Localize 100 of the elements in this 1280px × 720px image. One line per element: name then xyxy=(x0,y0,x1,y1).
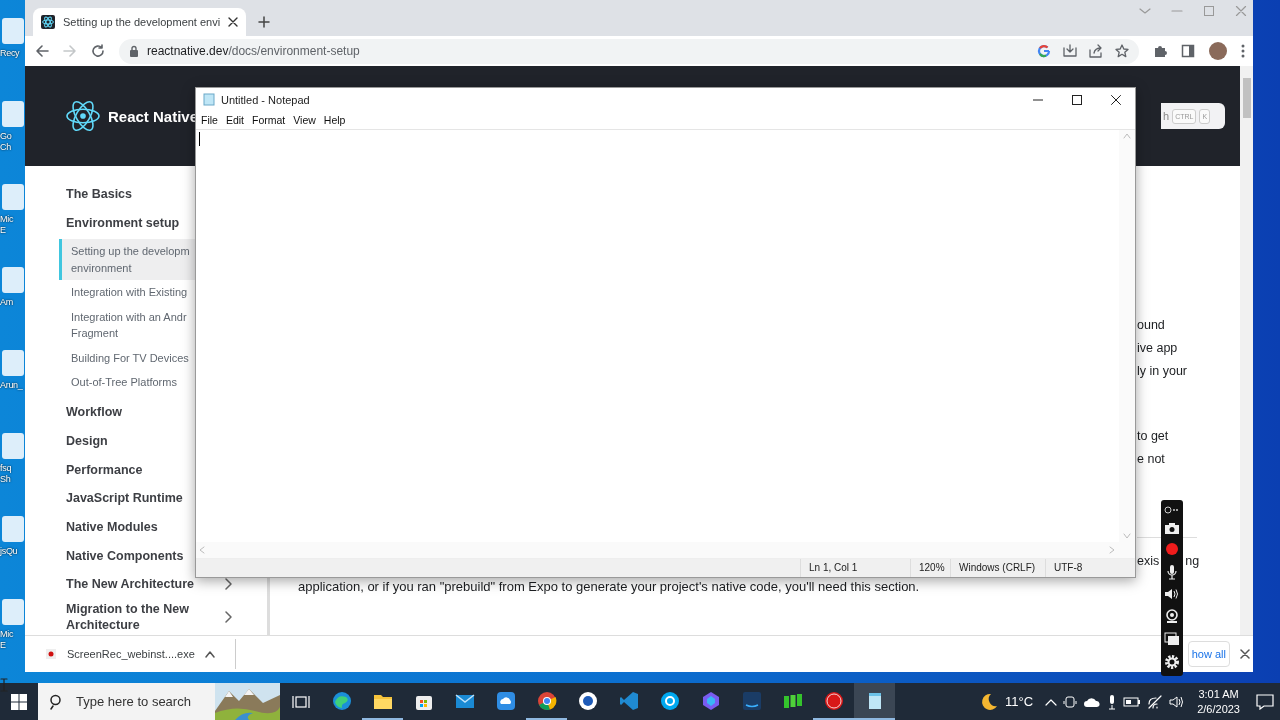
back-button[interactable] xyxy=(35,44,49,58)
text-fragment: ng xyxy=(1185,553,1200,570)
chevron-right-icon xyxy=(224,578,232,591)
cloud-icon[interactable] xyxy=(1083,695,1102,708)
share-icon[interactable] xyxy=(1089,44,1103,58)
desktop-icon-label: Am xyxy=(0,297,13,308)
desktop-icon-label: fsq Sh xyxy=(0,463,12,485)
sidebar-link[interactable]: Integration with an Andr Fragment xyxy=(59,304,195,346)
back-arrow-icon xyxy=(35,44,49,58)
sidebar-category[interactable]: Workflow xyxy=(66,397,123,427)
status-text: Windows (CRLF) xyxy=(950,559,1045,577)
desktop-icon-label: Arun_ xyxy=(0,380,23,391)
sidebar-category[interactable]: JavaScript Runtime xyxy=(66,483,183,513)
status-text: Ln 1, Col 1 xyxy=(800,559,910,577)
lock-icon xyxy=(129,45,139,57)
desktop-icon-label: Go Ch xyxy=(0,131,12,153)
show-all-button[interactable]: how all xyxy=(1187,641,1230,667)
sidebar-category[interactable]: Design xyxy=(66,426,108,456)
moon-icon xyxy=(979,691,1000,712)
status-text: 120% xyxy=(910,559,950,577)
sidebar-category[interactable]: Environment setup xyxy=(66,208,180,238)
close-icon[interactable] xyxy=(1240,649,1250,659)
sidebar-category[interactable]: The Basics xyxy=(66,180,132,209)
sidebar-link[interactable]: Setting up the developm environment xyxy=(59,239,195,281)
close-icon xyxy=(1110,94,1121,105)
weather-temperature[interactable]: 11°C xyxy=(1005,694,1034,709)
google-icon[interactable] xyxy=(1037,44,1051,58)
puzzle-icon[interactable] xyxy=(1153,44,1167,58)
menu-item[interactable]: Help xyxy=(319,111,350,129)
chevron-right-icon xyxy=(224,610,232,623)
windows-logo-icon xyxy=(11,693,27,710)
taskbar-app[interactable] xyxy=(854,683,895,720)
atom-favicon-icon xyxy=(41,15,55,29)
menu-item[interactable]: Format xyxy=(248,111,290,129)
microphone-icon[interactable] xyxy=(1107,693,1118,710)
task-view-icon xyxy=(291,693,310,710)
notepad-icon xyxy=(202,93,215,106)
close-icon xyxy=(228,17,239,27)
clock[interactable]: 3:01 AM 2/6/2023 xyxy=(1197,686,1240,717)
close-icon xyxy=(1235,6,1247,16)
address-bar[interactable]: reactnative.dev/docs/environment-setup xyxy=(119,38,1139,64)
sidebar-link[interactable]: Integration with Existing xyxy=(59,280,195,305)
battery-icon[interactable] xyxy=(1123,696,1142,707)
profile-avatar[interactable] xyxy=(1209,42,1227,60)
reload-button[interactable] xyxy=(91,44,105,58)
file-icon xyxy=(45,648,57,660)
text-fragment: ive app xyxy=(1137,340,1178,357)
menu-item[interactable]: File xyxy=(197,111,222,129)
chevron-down-icon xyxy=(1139,6,1151,16)
menu-item[interactable]: Edit xyxy=(221,111,248,129)
star-icon[interactable] xyxy=(1115,44,1129,58)
sidebar-category[interactable]: Performance xyxy=(66,455,143,484)
menu-item[interactable]: View xyxy=(289,111,320,129)
install-icon[interactable] xyxy=(1063,44,1077,58)
windows-stack-icon[interactable] xyxy=(1164,632,1180,646)
code-editor-icon xyxy=(617,689,640,712)
sidebar-category[interactable]: The New Architecture xyxy=(66,570,250,599)
plus-icon xyxy=(258,16,271,28)
status-text: UTF-8 xyxy=(1045,559,1119,577)
sidebar-category[interactable]: Migration to the New Architecture xyxy=(66,598,250,635)
new-tab-button[interactable] xyxy=(256,14,273,30)
taskbar-search-field[interactable]: Type here to search xyxy=(38,683,280,720)
sidebar-link[interactable]: Out-of-Tree Platforms xyxy=(59,370,195,395)
text-fragment: e not xyxy=(1137,451,1165,468)
sidebar-category[interactable]: Native Modules xyxy=(66,512,158,542)
settings-icon[interactable] xyxy=(1164,654,1180,670)
desktop-icon-label: Mic E xyxy=(0,214,14,236)
window-title: Untitled - Notepad xyxy=(221,93,310,106)
download-file-name[interactable]: ScreenRec_webinst....exe xyxy=(67,648,195,660)
notification-icon[interactable] xyxy=(1256,693,1274,710)
side-panel-icon[interactable] xyxy=(1181,44,1195,58)
scrollbar[interactable] xyxy=(1240,66,1253,635)
chevron-up-icon[interactable] xyxy=(1045,697,1058,706)
desktop-icon-label: Mic E xyxy=(0,629,14,651)
record-icon[interactable] xyxy=(1165,542,1179,556)
chat-bubble-icon xyxy=(658,689,681,712)
text-fragment: exis xyxy=(1137,553,1160,570)
swirl-logo-icon xyxy=(330,689,353,712)
volume-icon[interactable] xyxy=(1169,694,1186,709)
browser-icon xyxy=(535,689,558,712)
site-logo[interactable]: React Native xyxy=(108,107,199,125)
microphone-icon[interactable] xyxy=(1166,564,1178,580)
webcam-icon[interactable] xyxy=(1165,608,1179,624)
text-cursor-icon xyxy=(0,678,8,692)
caret-up-icon[interactable] xyxy=(204,650,215,658)
video-tile-icon xyxy=(740,689,763,712)
reload-icon xyxy=(91,44,105,58)
sidebar-link[interactable]: Building For TV Devices xyxy=(59,345,195,371)
link-icon[interactable] xyxy=(1164,506,1180,514)
menu-icon[interactable] xyxy=(1241,44,1245,58)
paragraph: application, or if you ran "prebuild" from Expo to generate your project's native code, you'll need this section. xyxy=(298,579,920,594)
desktop-icon-label: jsQu xyxy=(0,546,18,557)
text-fragment: to get xyxy=(1137,428,1169,445)
cloud-app-icon xyxy=(494,689,517,712)
sidebar-category[interactable]: Native Components xyxy=(66,541,184,570)
browser-tab[interactable]: Setting up the development envi xyxy=(33,8,247,36)
record-icon xyxy=(822,689,845,712)
speaker-icon[interactable] xyxy=(1164,588,1180,600)
camera-icon[interactable] xyxy=(1164,522,1180,534)
desktop-icon-label: Recy xyxy=(0,48,20,59)
